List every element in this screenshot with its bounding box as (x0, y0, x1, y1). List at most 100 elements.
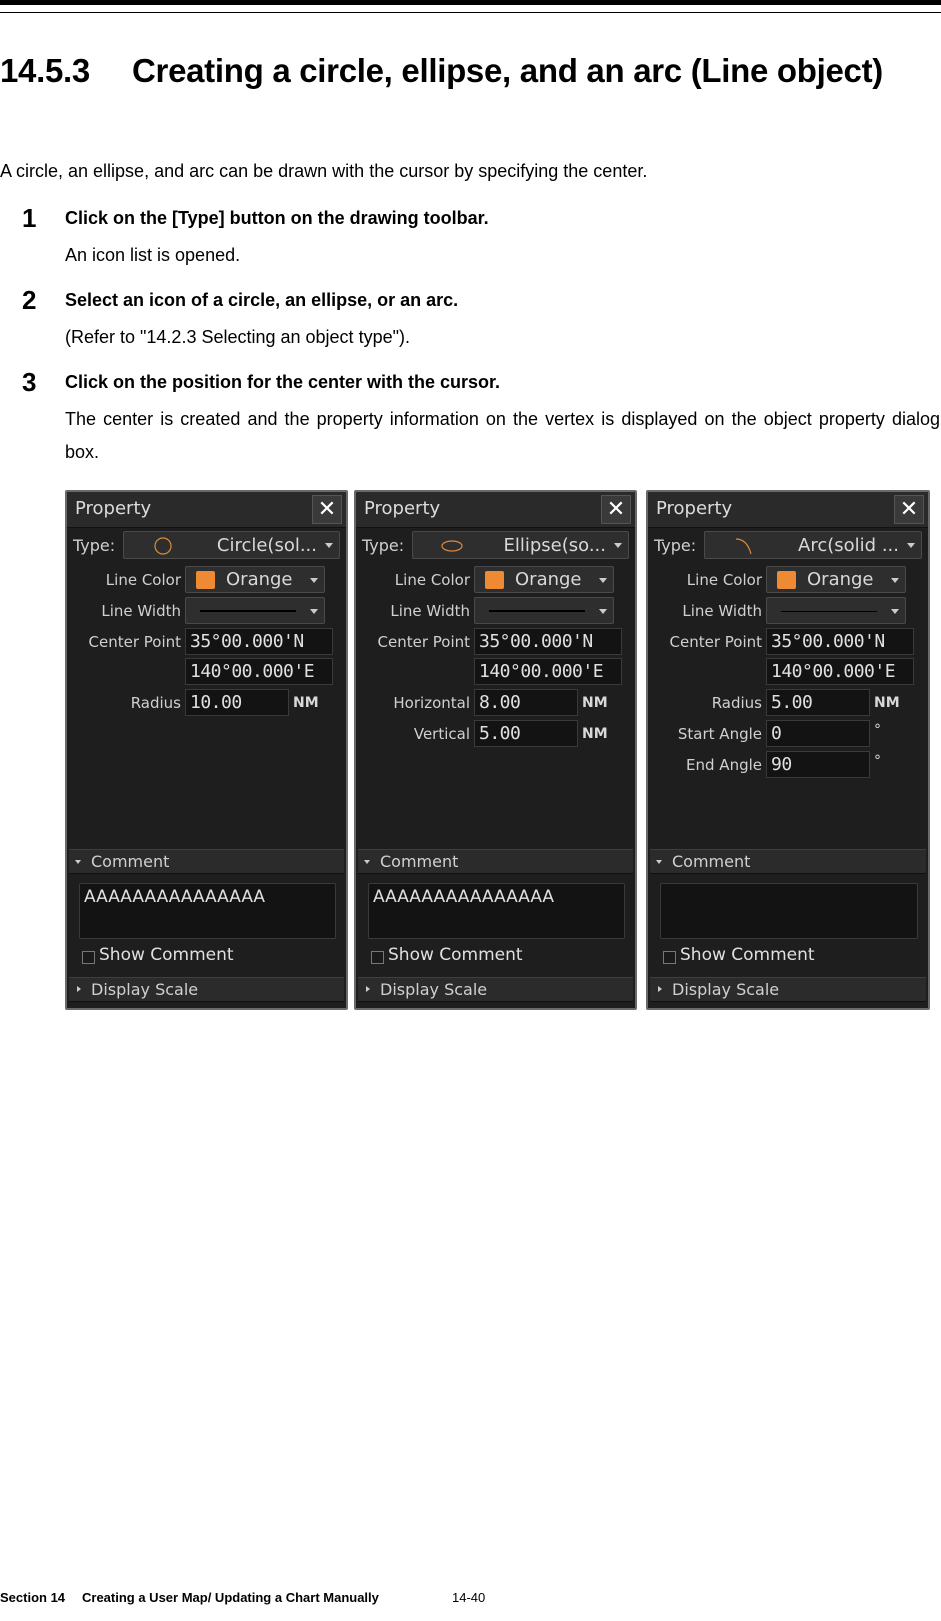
arc-icon (735, 538, 752, 555)
comment-section-label: Comment (91, 852, 170, 871)
type-dropdown[interactable]: Ellipse(so... (412, 531, 629, 559)
header-rule-thick (0, 0, 941, 5)
line-color-dropdown[interactable]: Orange (474, 566, 614, 593)
comment-section-toggle[interactable]: Comment (69, 849, 344, 874)
line-width-sample (200, 610, 296, 612)
type-dropdown[interactable]: Circle(sol... (123, 531, 340, 559)
start-angle-label: Start Angle (677, 725, 762, 743)
center-longitude-field[interactable]: 140°00.000'E (474, 658, 622, 685)
step-title: Click on the position for the center wit… (65, 372, 501, 392)
color-swatch (777, 571, 796, 589)
step-title: Select an icon of a circle, an ellipse, … (65, 290, 459, 310)
center-point-label: Center Point (669, 633, 763, 651)
panel-title: Property (656, 498, 733, 519)
caret-right-icon (77, 986, 81, 992)
chevron-down-icon (310, 578, 318, 583)
chevron-down-icon (891, 578, 899, 583)
close-icon[interactable]: ✕ (601, 495, 631, 524)
horizontal-unit: NM (582, 695, 608, 711)
step-description: An icon list is opened. (65, 245, 241, 265)
comment-section-toggle[interactable]: Comment (650, 849, 926, 874)
center-point-label: Center Point (377, 633, 471, 651)
close-icon[interactable]: ✕ (312, 495, 342, 524)
panel-title: Property (75, 498, 152, 519)
type-value: Circle(sol... (216, 535, 317, 556)
display-scale-section-toggle[interactable]: Display Scale (358, 977, 633, 1002)
chevron-down-icon (310, 609, 318, 614)
end-angle-field[interactable]: 90 (766, 751, 870, 778)
line-width-dropdown[interactable] (474, 597, 614, 624)
caret-down-icon (364, 860, 370, 864)
line-width-label: Line Width (390, 602, 470, 620)
display-scale-section-toggle[interactable]: Display Scale (650, 977, 926, 1002)
intro-paragraph: A circle, an ellipse, and arc can be dra… (0, 161, 648, 181)
radius-label: Radius (711, 694, 762, 712)
step-number: 3 (22, 367, 37, 397)
panel-titlebar: Property ✕ (648, 492, 928, 528)
panel-titlebar: Property ✕ (356, 492, 635, 528)
radius-field[interactable]: 10.00 (185, 689, 289, 716)
line-width-dropdown[interactable] (766, 597, 906, 624)
comment-textarea[interactable]: AAAAAAAAAAAAAAA (79, 883, 336, 939)
line-color-dropdown[interactable]: Orange (766, 566, 906, 593)
chevron-down-icon (599, 609, 607, 614)
line-color-label: Line Color (394, 571, 470, 589)
comment-textarea[interactable]: AAAAAAAAAAAAAAA (368, 883, 625, 939)
header-rule-thin (0, 12, 941, 13)
panel-title: Property (364, 498, 441, 519)
step-title: Click on the [Type] button on the drawin… (65, 208, 489, 228)
step-number: 2 (22, 285, 37, 315)
start-angle-unit: ° (874, 722, 881, 738)
vertical-field[interactable]: 5.00 (474, 720, 578, 747)
show-comment-checkbox[interactable] (663, 951, 676, 964)
step-description: (Refer to "14.2.3 Selecting an object ty… (65, 327, 410, 347)
display-scale-label: Display Scale (672, 980, 780, 999)
color-swatch (196, 571, 215, 589)
line-color-dropdown[interactable]: Orange (185, 566, 325, 593)
caret-right-icon (658, 986, 662, 992)
horizontal-field[interactable]: 8.00 (474, 689, 578, 716)
radius-unit: NM (874, 695, 900, 711)
center-longitude-field[interactable]: 140°00.000'E (185, 658, 333, 685)
show-comment-label: Show Comment (99, 945, 234, 965)
radius-field[interactable]: 5.00 (766, 689, 870, 716)
caret-down-icon (75, 860, 81, 864)
line-width-sample (489, 610, 585, 612)
end-angle-unit: ° (874, 753, 881, 769)
comment-textarea[interactable] (660, 883, 918, 939)
radius-unit: NM (293, 695, 319, 711)
type-value: Ellipse(so... (503, 535, 606, 556)
center-latitude-field[interactable]: 35°00.000'N (766, 628, 914, 655)
chevron-down-icon (325, 543, 333, 548)
center-point-label: Center Point (88, 633, 182, 651)
display-scale-section-toggle[interactable]: Display Scale (69, 977, 344, 1002)
chevron-down-icon (907, 543, 915, 548)
center-latitude-field[interactable]: 35°00.000'N (474, 628, 622, 655)
show-comment-checkbox[interactable] (371, 951, 384, 964)
footer-section: Section 14 (0, 1590, 66, 1605)
section-number: 14.5.3 (0, 52, 90, 89)
line-width-dropdown[interactable] (185, 597, 325, 624)
show-comment-label: Show Comment (388, 945, 523, 965)
display-scale-label: Display Scale (91, 980, 199, 999)
start-angle-field[interactable]: 0 (766, 720, 870, 747)
show-comment-label: Show Comment (680, 945, 815, 965)
comment-section-toggle[interactable]: Comment (358, 849, 633, 874)
chevron-down-icon (614, 543, 622, 548)
show-comment-checkbox[interactable] (82, 951, 95, 964)
radius-label: Radius (130, 694, 181, 712)
display-scale-label: Display Scale (380, 980, 488, 999)
close-icon[interactable]: ✕ (894, 495, 924, 524)
step-description: The center is created and the property i… (65, 409, 940, 462)
step-number: 1 (22, 203, 37, 233)
type-label: Type: (362, 536, 405, 555)
line-width-sample (781, 611, 877, 612)
end-angle-label: End Angle (686, 756, 762, 774)
center-longitude-field[interactable]: 140°00.000'E (766, 658, 914, 685)
type-dropdown[interactable]: Arc(solid ... (704, 531, 922, 559)
type-label: Type: (73, 536, 116, 555)
line-color-value: Orange (807, 569, 874, 590)
panel-titlebar: Property ✕ (67, 492, 346, 528)
property-panel-ellipse: Property ✕ Type: Ellipse(so... Line Colo… (354, 490, 637, 1010)
center-latitude-field[interactable]: 35°00.000'N (185, 628, 333, 655)
